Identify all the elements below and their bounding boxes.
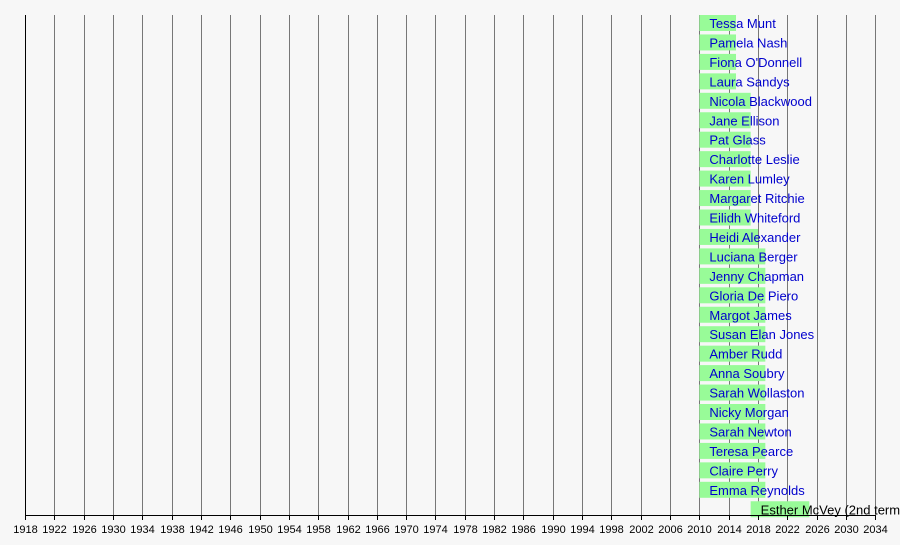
bar-label[interactable]: Amber Rudd: [709, 347, 782, 362]
tick-label-1946: 1946: [218, 524, 242, 536]
tick-label-2010: 2010: [687, 524, 711, 536]
tick-label-2014: 2014: [717, 524, 741, 536]
bar-label[interactable]: Margaret Ritchie: [709, 191, 804, 206]
bar-label[interactable]: Gloria De Piero: [709, 288, 798, 303]
bar-label[interactable]: Charlotte Leslie: [709, 152, 799, 167]
tick-label-1938: 1938: [160, 524, 184, 536]
bar-label[interactable]: Karen Lumley: [709, 172, 790, 187]
tick-label-1930: 1930: [101, 524, 125, 536]
x-axis: 1918 1922 1926 1930 1934 1938 1942 1946 1950 1954…: [13, 515, 888, 536]
bar-label[interactable]: Laura Sandys: [709, 74, 790, 89]
tick-label-2018: 2018: [746, 524, 770, 536]
tick-label-1942: 1942: [189, 524, 213, 536]
tick-label-1986: 1986: [511, 524, 535, 536]
tick-label-2026: 2026: [805, 524, 829, 536]
bar-label[interactable]: Eilidh Whiteford: [709, 211, 800, 226]
bar-label[interactable]: Nicola Blackwood: [709, 94, 812, 109]
tick-label-1974: 1974: [423, 524, 447, 536]
tick-label-2030: 2030: [834, 524, 858, 536]
tick-label-1918: 1918: [13, 524, 37, 536]
bar-label[interactable]: Jane Ellison: [709, 113, 779, 128]
tick-label-1966: 1966: [365, 524, 389, 536]
tick-label-1950: 1950: [248, 524, 272, 536]
tick-label-2034: 2034: [863, 524, 887, 536]
tick-label-1990: 1990: [541, 524, 565, 536]
bar-label[interactable]: Margot James: [709, 308, 792, 323]
tick-label-1958: 1958: [306, 524, 330, 536]
tick-label-1998: 1998: [599, 524, 623, 536]
tick-label-1962: 1962: [336, 524, 360, 536]
bar-label[interactable]: Jenny Chapman: [709, 269, 804, 284]
bar-label[interactable]: Heidi Alexander: [709, 230, 801, 245]
tick-label-1978: 1978: [453, 524, 477, 536]
bar-label[interactable]: Anna Soubry: [709, 366, 785, 381]
tick-label-2002: 2002: [629, 524, 653, 536]
bar-label[interactable]: Luciana Berger: [709, 249, 798, 264]
tick-label-1934: 1934: [130, 524, 154, 536]
timeline-chart: Tessa Munt Pamela Nash Fiona O'Donnell Laur…: [13, 15, 900, 536]
tick-label-1994: 1994: [570, 524, 594, 536]
tick-label-2022: 2022: [775, 524, 799, 536]
tick-label-1954: 1954: [277, 524, 301, 536]
bar-label[interactable]: Pamela Nash: [709, 35, 787, 50]
tick-label-2006: 2006: [658, 524, 682, 536]
bar-label[interactable]: Sarah Wollaston: [709, 386, 804, 401]
bar-label[interactable]: Fiona O'Donnell: [709, 55, 802, 70]
tick-label-1926: 1926: [72, 524, 96, 536]
bar-label[interactable]: Susan Elan Jones: [709, 327, 814, 342]
grid-lines: [25, 15, 876, 515]
bar-label[interactable]: Emma Reynolds: [709, 483, 805, 498]
bar-label[interactable]: Teresa Pearce: [709, 444, 793, 459]
bar-label[interactable]: Sarah Newton: [709, 424, 791, 439]
tick-label-1982: 1982: [482, 524, 506, 536]
bar-label[interactable]: Nicky Morgan: [709, 405, 788, 420]
tick-label-1970: 1970: [394, 524, 418, 536]
bar-label[interactable]: Tessa Munt: [709, 16, 776, 31]
bar-label[interactable]: Claire Perry: [709, 463, 778, 478]
tick-label-1922: 1922: [42, 524, 66, 536]
bar-label[interactable]: Pat Glass: [709, 133, 766, 148]
